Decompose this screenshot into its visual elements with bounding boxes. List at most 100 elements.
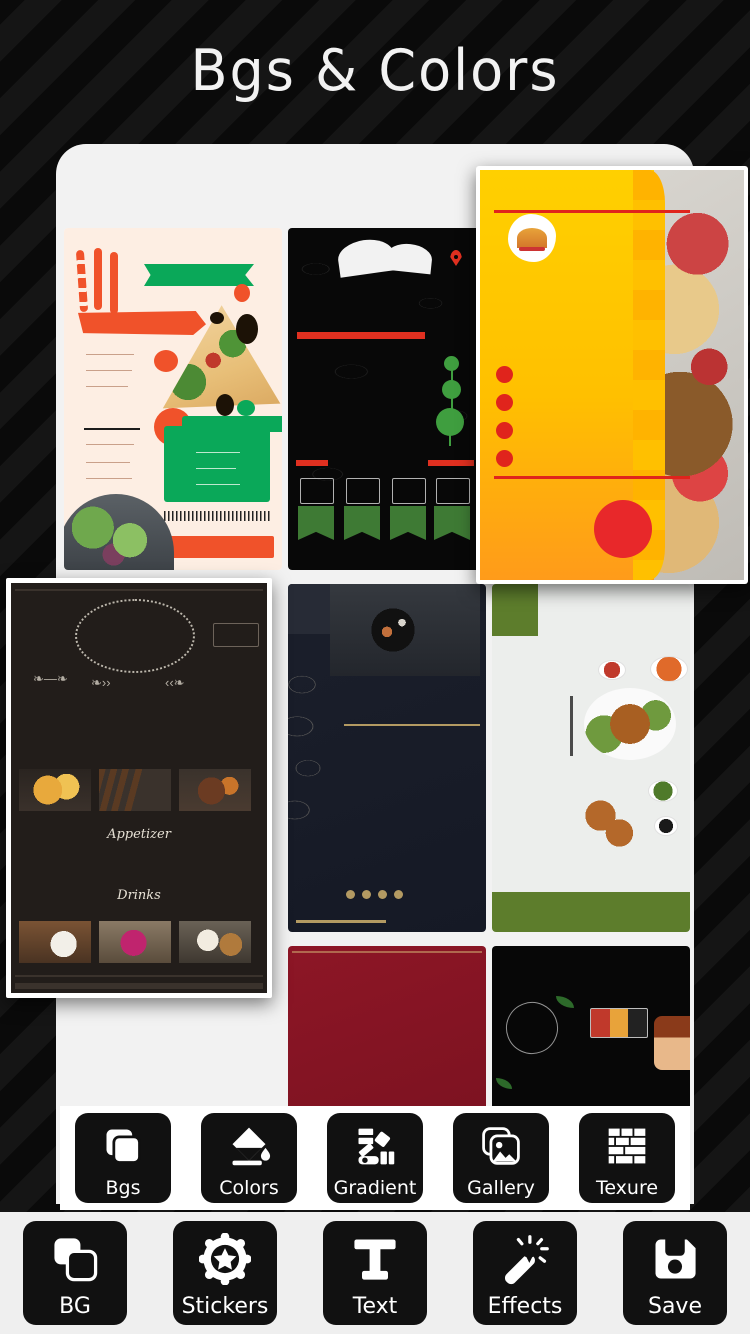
chalk-basket-drawing (300, 478, 334, 504)
colors-button[interactable]: Colors (201, 1113, 297, 1203)
gourmet-plate-photo (330, 584, 480, 676)
texure-button[interactable]: Texure (579, 1113, 675, 1203)
roast-chicken-photo (584, 688, 676, 760)
decor-red-dot (496, 366, 513, 383)
decor-text-line (86, 444, 134, 445)
menu-thumb-kebab (99, 769, 171, 811)
menu-section-label: Appetizer (107, 827, 171, 842)
decor-red-dot (496, 450, 513, 467)
decor-gold-dot (346, 890, 355, 899)
decor-zigzag (164, 511, 272, 521)
decor-squiggle (94, 248, 102, 310)
decor-text-line (196, 468, 236, 469)
decor-orange-ribbon (78, 311, 206, 335)
gradient-button[interactable]: Gradient (327, 1113, 423, 1203)
decor-flourish: ❧—❧ (33, 671, 68, 686)
restaurant-logo-badge (508, 214, 556, 262)
chalk-basket-drawing (436, 478, 470, 504)
menu-thumb-meat (179, 769, 251, 811)
text-button[interactable]: Text (323, 1221, 427, 1325)
effects-button[interactable]: Effects (473, 1221, 577, 1325)
squares-overlap-icon (23, 1221, 127, 1296)
fork-photo (570, 696, 573, 756)
decor-red-dot (496, 422, 513, 439)
template-card-navy-gourmet-plate[interactable] (288, 584, 486, 932)
decor-squiggle (110, 252, 118, 314)
decor-gold-line (296, 920, 386, 923)
decor-gold-line (292, 951, 482, 953)
decor-flourish: ❧›› (91, 675, 111, 690)
decor-text-line (86, 354, 134, 355)
decor-frame-line (15, 975, 263, 977)
decor-blob (236, 314, 258, 344)
main-editor-toolbar: BG Stickers Text Effects Save (0, 1216, 750, 1330)
page-header: Bgs & Colors (0, 0, 750, 140)
decor-blob (210, 312, 224, 324)
template-card-white-green-chicken[interactable] (492, 584, 690, 932)
decor-gold-dot (394, 890, 403, 899)
bg-button[interactable]: BG (23, 1221, 127, 1325)
floppy-disk-icon (623, 1221, 727, 1296)
sauce-bowl-photo (598, 660, 626, 680)
gallery-button[interactable]: Gallery (453, 1113, 549, 1203)
effects-label: Effects (487, 1294, 563, 1319)
color-swatches-icon (327, 1113, 423, 1179)
decor-frame-line (15, 589, 263, 591)
stickers-button[interactable]: Stickers (173, 1221, 277, 1325)
olive-bowl-photo (654, 816, 678, 836)
decor-laurel-wreath (75, 599, 195, 673)
decor-frame-line (15, 983, 263, 989)
decor-gold-dot (362, 890, 371, 899)
bgs-label: Bgs (105, 1177, 141, 1199)
hand-photo (654, 1016, 690, 1070)
decor-orange-brush (164, 536, 274, 558)
decor-divider (84, 428, 140, 430)
decor-green-ribbon (144, 264, 254, 286)
decor-red-bar (428, 460, 474, 466)
decor-text-line (196, 452, 240, 453)
decor-red-circle (594, 500, 652, 558)
template-card-cream-orange-pizza-flyer[interactable] (64, 228, 282, 570)
chalk-basket-drawing (346, 478, 380, 504)
herb-bowl-photo (648, 780, 678, 802)
magic-wand-icon (473, 1221, 577, 1296)
save-button[interactable]: Save (623, 1221, 727, 1325)
decor-green-bar (492, 892, 690, 932)
decor-gold-line (344, 724, 480, 726)
template-background (492, 584, 690, 932)
text-label: Text (352, 1294, 398, 1319)
text-t-icon (323, 1221, 427, 1296)
decor-red-dot (496, 394, 513, 411)
chicken-wings-photo (576, 796, 646, 852)
floral-line-art (288, 658, 344, 848)
decor-flourish: ‹‹❧ (165, 675, 185, 690)
template-card-yellow-pizza-promo[interactable] (476, 166, 748, 584)
bgs-button[interactable]: Bgs (75, 1113, 171, 1203)
menu-thumb-fries (19, 769, 91, 811)
decor-red-line (494, 210, 690, 213)
decor-blob (216, 394, 234, 416)
gradient-label: Gradient (333, 1177, 417, 1199)
decor-green-box (164, 426, 270, 502)
template-card-dark-chalkboard-menu[interactable]: ❧—❧ ❧›› ‹‹❧ Appetizer Drinks (6, 578, 272, 998)
decor-text-line (86, 386, 128, 387)
layers-icon (75, 1113, 171, 1179)
decor-text-line (86, 462, 130, 463)
texure-label: Texure (595, 1177, 659, 1199)
decor-red-bar (296, 460, 328, 466)
decor-blob (154, 350, 178, 372)
paint-bucket-icon (201, 1113, 297, 1179)
chalk-food-box-drawing (590, 1008, 648, 1038)
template-card-black-chalk-pizza-menu[interactable] (288, 228, 486, 570)
decor-green-square (492, 584, 538, 636)
decor-text-line (86, 370, 132, 371)
menu-thumb-latte (179, 921, 251, 963)
decor-blob (237, 400, 255, 416)
menu-section-label: Drinks (117, 888, 161, 903)
decor-red-bar (297, 332, 425, 339)
gallery-label: Gallery (467, 1177, 535, 1199)
bg-label: BG (59, 1294, 91, 1319)
menu-thumb-berry (99, 921, 171, 963)
decor-text-line (196, 484, 240, 485)
logo-mark-icon (517, 228, 547, 248)
